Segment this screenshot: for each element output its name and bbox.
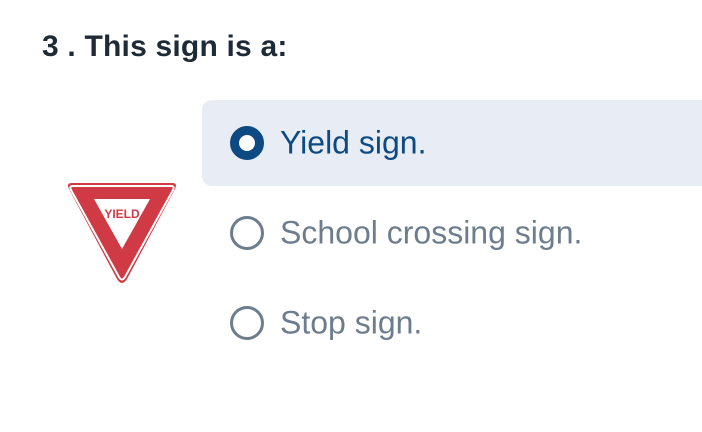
quiz-question: 3 . This sign is a: YIELD Yield sign. Sc…: [0, 0, 702, 432]
answer-options: Yield sign. School crossing sign. Stop s…: [202, 100, 702, 370]
radio-selected-icon[interactable]: [230, 126, 264, 160]
radio-unselected-icon[interactable]: [230, 216, 264, 250]
option-label: School crossing sign.: [280, 214, 583, 251]
option-label: Stop sign.: [280, 304, 423, 341]
option-school-crossing-sign[interactable]: School crossing sign.: [202, 190, 702, 276]
radio-unselected-icon[interactable]: [230, 306, 264, 340]
option-yield-sign[interactable]: Yield sign.: [202, 100, 702, 186]
option-label: Yield sign.: [280, 124, 427, 161]
yield-sign-text: YIELD: [104, 207, 140, 221]
option-stop-sign[interactable]: Stop sign.: [202, 280, 702, 366]
yield-sign-icon: YIELD: [68, 183, 176, 283]
question-title: 3 . This sign is a:: [42, 30, 288, 63]
